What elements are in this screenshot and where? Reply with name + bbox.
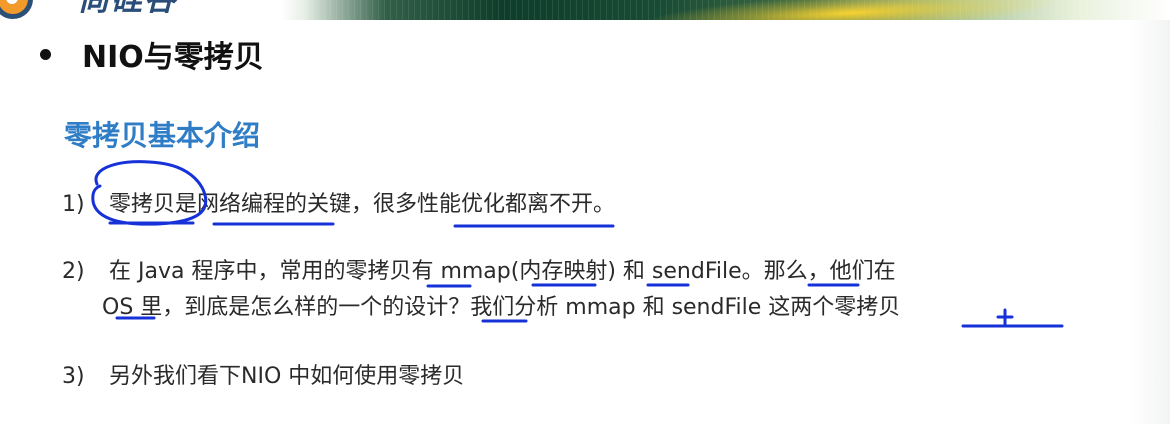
list-item: 1) 零拷贝是网络编程的关键，很多性能优化都离不开。 <box>62 187 615 223</box>
logo-wordmark: 尚硅谷 <box>78 0 177 18</box>
list-text-continuation: OS 里，到底是怎么样的一个的设计？我们分析 mmap 和 sendFile 这… <box>102 295 901 320</box>
list-text: 另外我们看下NIO 中如何使用零拷贝 <box>109 364 465 389</box>
top-banner: 尚硅谷 <box>0 0 1170 20</box>
list-text: 零拷贝是网络编程的关键，很多性能优化都离不开。 <box>109 192 616 217</box>
heading-row: NIO与零拷贝 <box>40 36 264 75</box>
list-number: 2) <box>62 259 85 284</box>
bullet-dot <box>40 48 51 60</box>
slide-edge-shadow <box>1130 20 1170 424</box>
list-item: 2) 在 Java 程序中，常用的零拷贝有 mmap(内存映射) 和 sendF… <box>62 254 900 326</box>
list-number: 1) <box>62 192 85 217</box>
section-subheading: 零拷贝基本介绍 <box>64 119 261 152</box>
list-number: 3) <box>62 364 85 389</box>
list-item: 3) 另外我们看下NIO 中如何使用零拷贝 <box>62 359 464 395</box>
list-text: 在 Java 程序中，常用的零拷贝有 mmap(内存映射) 和 sendFile… <box>109 259 896 284</box>
slide-heading: NIO与零拷贝 <box>82 40 264 75</box>
